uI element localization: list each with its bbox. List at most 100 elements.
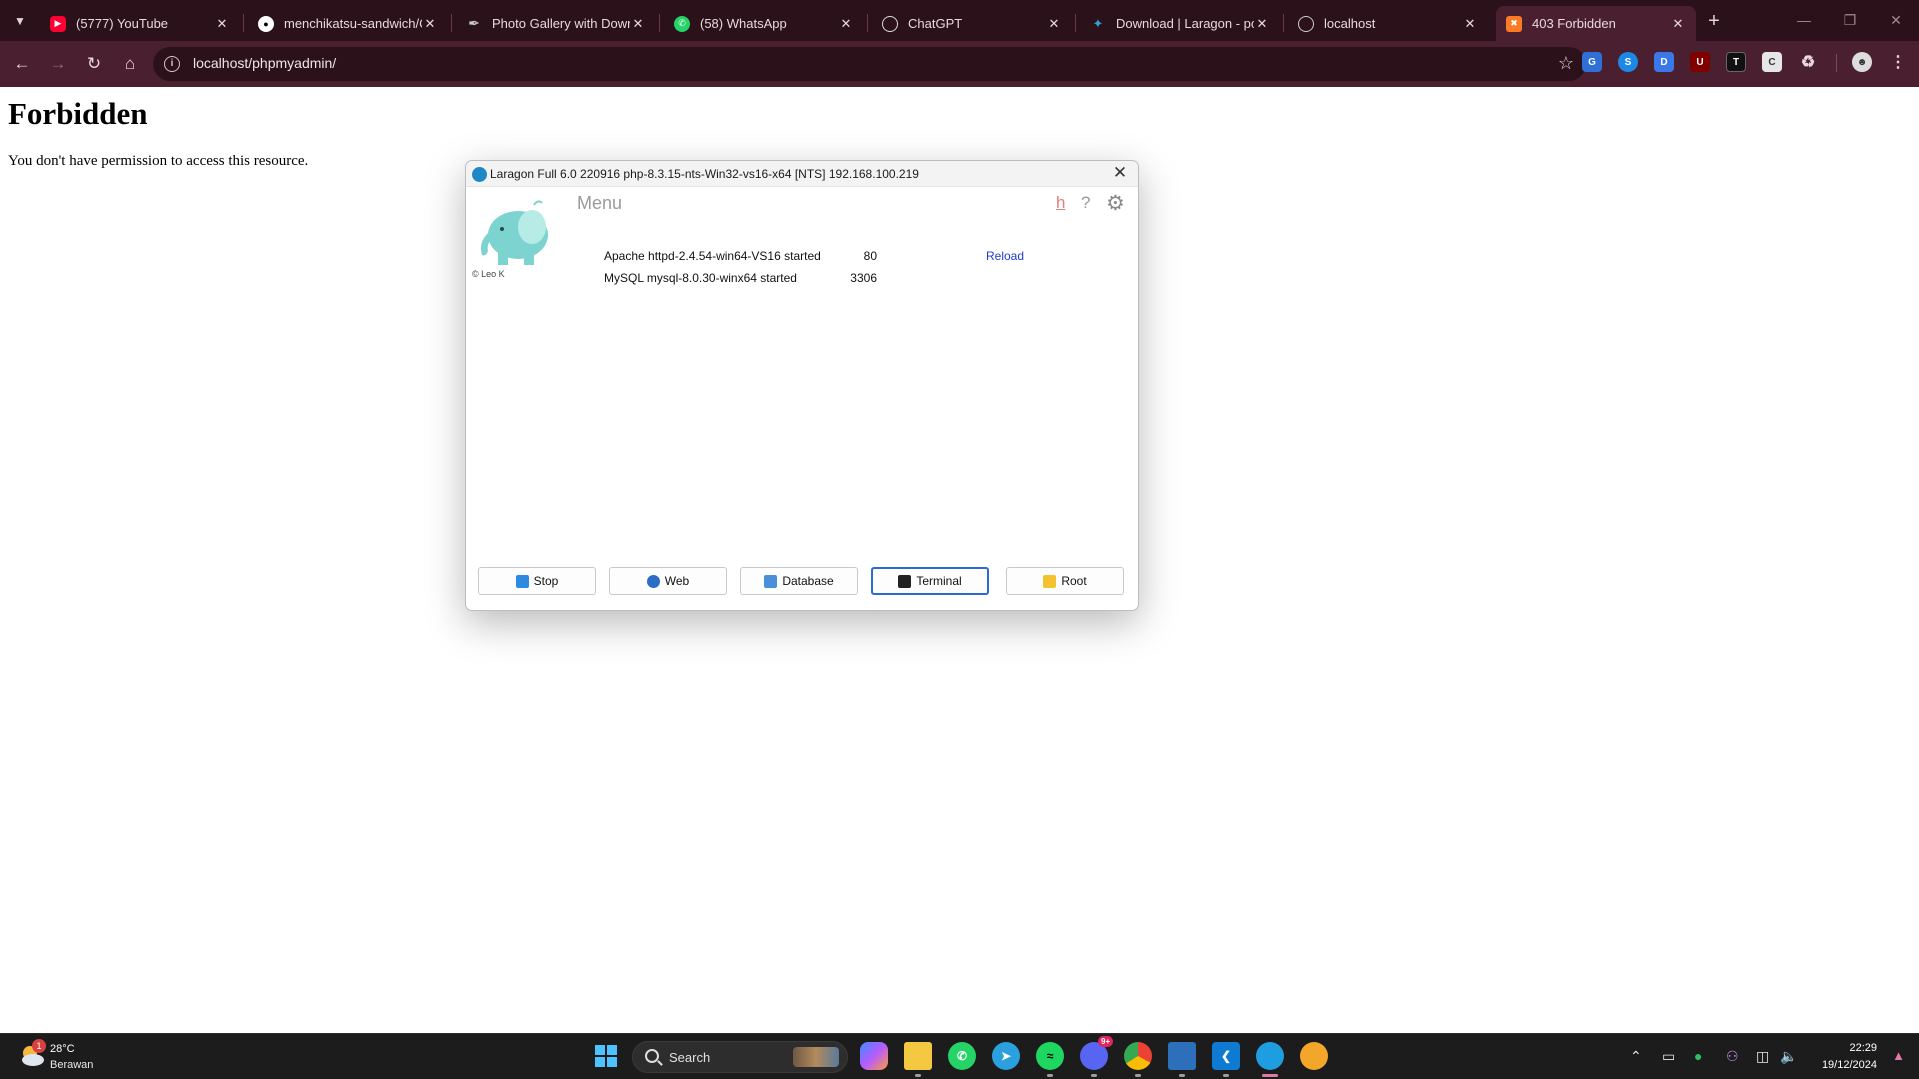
minimize-icon[interactable]: — bbox=[1789, 8, 1819, 32]
stop-label: Stop bbox=[533, 574, 559, 588]
browser-tab-strip: ▼ ▶ (5777) YouTube ✕ ● menchikatsu-sandw… bbox=[0, 0, 1919, 41]
ublock-icon[interactable]: U bbox=[1690, 52, 1710, 72]
laragon-menu[interactable]: Menu bbox=[577, 193, 622, 214]
web-label: Web bbox=[664, 574, 690, 588]
h-icon[interactable]: h bbox=[1056, 193, 1065, 213]
weather-temperature[interactable]: 28°C bbox=[50, 1043, 75, 1055]
database-label: Database bbox=[782, 574, 834, 588]
tab-close-icon[interactable]: ✕ bbox=[422, 16, 438, 32]
tab-close-icon[interactable]: ✕ bbox=[1046, 16, 1062, 32]
volume-icon[interactable]: 🔈 bbox=[1780, 1048, 1797, 1065]
docs-extension-icon[interactable]: D bbox=[1654, 52, 1674, 72]
tab-chatgpt[interactable]: ChatGPT ✕ bbox=[872, 6, 1072, 41]
tab-close-icon[interactable]: ✕ bbox=[1254, 16, 1270, 32]
folder-icon bbox=[1043, 574, 1057, 588]
tab-title: 403 Forbidden bbox=[1532, 16, 1616, 31]
spotify-icon[interactable]: ≈ bbox=[1036, 1042, 1064, 1070]
stop-button[interactable]: Stop bbox=[478, 567, 596, 595]
reload-icon[interactable]: ↻ bbox=[80, 50, 108, 78]
home-icon[interactable]: ⌂ bbox=[116, 50, 144, 78]
chrome-menu-icon[interactable]: ⋮ bbox=[1888, 52, 1908, 72]
profile-avatar[interactable]: ☻ bbox=[1852, 52, 1872, 72]
tab-youtube[interactable]: ▶ (5777) YouTube ✕ bbox=[40, 6, 240, 41]
discord-icon[interactable]: 9+ bbox=[1080, 1036, 1114, 1070]
terminal-button[interactable]: Terminal bbox=[871, 567, 989, 595]
duck-app-icon[interactable] bbox=[1300, 1042, 1328, 1070]
laragon-icon[interactable] bbox=[1256, 1042, 1284, 1070]
running-indicator bbox=[1047, 1074, 1053, 1077]
tab-close-icon[interactable]: ✕ bbox=[630, 16, 646, 32]
copy-extension-icon[interactable]: C bbox=[1762, 52, 1782, 72]
tab-github[interactable]: ● menchikatsu-sandwich/C ✕ bbox=[248, 6, 448, 41]
laragon-titlebar[interactable]: Laragon Full 6.0 220916 php-8.3.15-nts-W… bbox=[466, 161, 1138, 187]
terminal-label: Terminal bbox=[916, 574, 962, 588]
tab-title: menchikatsu-sandwich/C bbox=[284, 16, 422, 31]
tab-title: Download | Laragon - por bbox=[1116, 16, 1254, 31]
shazam-icon[interactable]: S bbox=[1618, 52, 1638, 72]
whatsapp-icon[interactable]: ✆ bbox=[948, 1042, 976, 1070]
tray-overflow-chevron-icon[interactable]: ⌃ bbox=[1630, 1048, 1642, 1065]
new-tab-button[interactable]: + bbox=[1701, 8, 1727, 34]
microphone-icon[interactable]: ⚇ bbox=[1726, 1048, 1739, 1065]
tab-laragon-download[interactable]: ✦ Download | Laragon - por ✕ bbox=[1080, 6, 1280, 41]
gear-icon[interactable]: ⚙ bbox=[1106, 191, 1125, 216]
web-button[interactable]: Web bbox=[609, 567, 727, 595]
tab-403-forbidden[interactable]: ✖ 403 Forbidden ✕ bbox=[1496, 6, 1696, 41]
laragon-icon: ✦ bbox=[1092, 15, 1104, 31]
forward-icon[interactable]: → bbox=[44, 50, 72, 78]
tab-title: localhost bbox=[1324, 16, 1376, 31]
root-button[interactable]: Root bbox=[1006, 567, 1124, 595]
tab-search-button[interactable]: ▼ bbox=[8, 9, 32, 33]
service-mysql-port: 3306 bbox=[850, 271, 877, 285]
tab-localhost[interactable]: localhost ✕ bbox=[1288, 6, 1488, 41]
taskbar-search-box[interactable]: Search bbox=[632, 1041, 848, 1073]
xampp-icon: ✖ bbox=[1506, 15, 1522, 32]
chrome-icon[interactable] bbox=[1124, 1042, 1152, 1070]
apache-reload-link[interactable]: Reload bbox=[986, 249, 1024, 263]
telegram-icon[interactable]: ➤ bbox=[992, 1042, 1020, 1070]
tablet-icon[interactable]: ▭ bbox=[1662, 1048, 1675, 1065]
running-indicator bbox=[1223, 1074, 1229, 1077]
terminal-icon bbox=[898, 574, 912, 588]
start-windows-icon[interactable] bbox=[592, 1042, 620, 1070]
tab-photo-gallery[interactable]: ✒ Photo Gallery with Downl ✕ bbox=[456, 6, 656, 41]
copilot-icon[interactable] bbox=[860, 1042, 888, 1070]
tab-close-icon[interactable]: ✕ bbox=[838, 16, 854, 32]
running-indicator bbox=[915, 1074, 921, 1077]
file-explorer-icon[interactable] bbox=[904, 1042, 932, 1070]
tab-divider bbox=[1075, 14, 1076, 32]
extensions-puzzle-icon[interactable]: ♻ bbox=[1798, 52, 1818, 72]
tiktok-extension-icon[interactable]: T bbox=[1726, 52, 1746, 72]
database-button[interactable]: Database bbox=[740, 567, 858, 595]
clock-time[interactable]: 22:29 bbox=[1849, 1042, 1877, 1054]
restore-icon[interactable]: ❐ bbox=[1835, 8, 1865, 32]
window-close-icon[interactable]: ✕ bbox=[1881, 8, 1911, 32]
tab-divider bbox=[243, 14, 244, 32]
tab-close-icon[interactable]: ✕ bbox=[214, 16, 230, 32]
laragon-window[interactable]: Laragon Full 6.0 220916 php-8.3.15-nts-W… bbox=[465, 160, 1139, 611]
tab-whatsapp[interactable]: ✆ (58) WhatsApp ✕ bbox=[664, 6, 864, 41]
clock-date[interactable]: 19/12/2024 bbox=[1822, 1059, 1877, 1071]
toolbar-divider bbox=[1836, 54, 1837, 72]
tab-close-icon[interactable]: ✕ bbox=[1462, 16, 1478, 32]
vscode-icon[interactable]: ❮ bbox=[1212, 1042, 1240, 1070]
network-icon[interactable]: ◫ bbox=[1756, 1048, 1769, 1065]
back-icon[interactable]: ← bbox=[8, 50, 36, 78]
tab-title: (58) WhatsApp bbox=[700, 16, 787, 31]
photos-icon[interactable] bbox=[1168, 1042, 1196, 1070]
windows-taskbar: 1 28°C Berawan Search ✆ ➤ ≈ 9+ ❮ ⌃ ▭ ● ⚇… bbox=[0, 1033, 1919, 1079]
globe-icon bbox=[646, 574, 660, 588]
tab-divider bbox=[1283, 14, 1284, 32]
weather-description[interactable]: Berawan bbox=[50, 1059, 93, 1071]
page-message: You don't have permission to access this… bbox=[8, 153, 309, 169]
bookmark-star-icon[interactable]: ☆ bbox=[1558, 53, 1574, 74]
tab-close-icon[interactable]: ✕ bbox=[1670, 16, 1686, 32]
site-info-icon[interactable]: i bbox=[164, 56, 180, 72]
help-icon[interactable]: ? bbox=[1081, 193, 1090, 213]
google-translate-icon[interactable]: G bbox=[1582, 52, 1602, 72]
status-dot-icon[interactable]: ● bbox=[1694, 1048, 1702, 1064]
notification-bell-icon[interactable]: ▲ bbox=[1892, 1048, 1905, 1063]
address-bar[interactable]: i localhost/phpmyadmin/ ☆ bbox=[153, 47, 1586, 81]
address-url[interactable]: localhost/phpmyadmin/ bbox=[193, 55, 336, 71]
laragon-close-icon[interactable]: ✕ bbox=[1110, 163, 1130, 183]
